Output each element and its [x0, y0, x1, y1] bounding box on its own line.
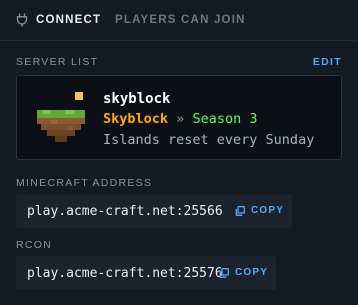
copy-label: COPY	[251, 205, 285, 216]
motd-season: Season 3	[192, 111, 258, 127]
server-card[interactable]: skyblock Skyblock » Season 3 Islands res…	[16, 75, 342, 160]
minecraft-address-value[interactable]: play.acme-craft.net:25566	[27, 204, 223, 219]
motd-separator: »	[176, 111, 185, 127]
connect-panel: CONNECT PLAYERS CAN JOIN SERVER LIST EDI…	[0, 0, 358, 305]
minecraft-address-label: MINECRAFT ADDRESS	[16, 177, 153, 189]
server-name: skyblock	[103, 91, 171, 107]
server-motd-line1: Skyblock » Season 3	[103, 111, 257, 127]
grass-island-icon	[37, 92, 85, 142]
copy-icon	[219, 268, 229, 278]
server-motd-line2: Islands reset every Sunday	[103, 132, 315, 148]
motd-title: Skyblock	[103, 111, 169, 127]
minecraft-address-field: play.acme-craft.net:25566 COPY	[16, 194, 292, 228]
copy-label: COPY	[235, 267, 269, 278]
edit-button[interactable]: EDIT	[313, 56, 342, 68]
panel-header: CONNECT PLAYERS CAN JOIN	[0, 0, 358, 41]
rcon-address-field: play.acme-craft.net:25576 COPY	[16, 256, 276, 290]
tab-connect[interactable]: CONNECT	[36, 13, 101, 27]
copy-icon	[235, 206, 245, 216]
copy-rcon-address-button[interactable]: COPY	[219, 267, 268, 279]
server-list-label: SERVER LIST	[16, 56, 99, 68]
plug-icon	[16, 13, 28, 27]
copy-minecraft-address-button[interactable]: COPY	[235, 205, 284, 217]
rcon-label: RCON	[16, 239, 53, 251]
rcon-address-value[interactable]: play.acme-craft.net:25576	[27, 266, 223, 281]
tab-players-can-join[interactable]: PLAYERS CAN JOIN	[115, 13, 246, 27]
